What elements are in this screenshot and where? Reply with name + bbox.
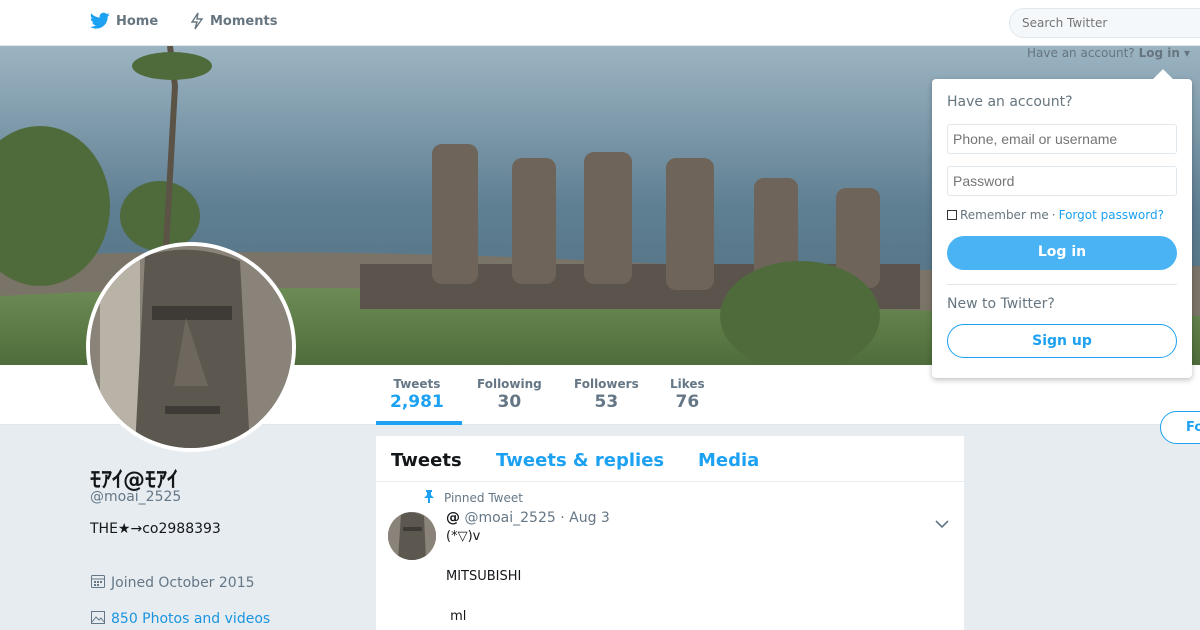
nav-home-label: Home xyxy=(116,13,159,29)
nav-moments[interactable]: Moments xyxy=(190,12,277,30)
tab-tweets-replies[interactable]: Tweets & replies xyxy=(496,450,664,471)
tab-tweets[interactable]: Tweets xyxy=(391,450,462,471)
nav-moments-label: Moments xyxy=(210,13,278,29)
caret-down-icon: ▾ xyxy=(1183,46,1190,60)
profile-handle: @moai_2525 xyxy=(90,489,182,505)
pin-icon xyxy=(424,490,434,506)
tweet-avatar[interactable] xyxy=(388,512,436,560)
stat-label: Followers xyxy=(574,377,639,391)
password-field[interactable] xyxy=(947,166,1177,196)
image-icon xyxy=(90,609,106,629)
lightning-icon xyxy=(190,12,204,30)
stat-likes[interactable]: Likes 76 xyxy=(670,377,705,412)
stat-label: Following xyxy=(477,377,542,391)
tweet-separator: · xyxy=(560,510,565,526)
twitter-bird-icon xyxy=(90,12,110,30)
timeline: Tweets Tweets & replies Media Pinned Twe… xyxy=(376,436,964,630)
tweet-author-name[interactable]: @ xyxy=(446,510,460,526)
stat-tweets[interactable]: Tweets 2,981 xyxy=(390,377,444,412)
nav-home[interactable]: Home xyxy=(90,12,158,30)
username-field[interactable] xyxy=(947,124,1177,154)
separator-dot: · xyxy=(1051,208,1056,222)
tweet-options-chevron-icon[interactable] xyxy=(935,514,949,533)
stat-value: 30 xyxy=(497,392,522,412)
stat-following[interactable]: Following 30 xyxy=(477,377,542,412)
tweet-header: @ @moai_2525 · Aug 3 xyxy=(446,510,610,526)
active-tab-indicator xyxy=(376,421,462,425)
tweet-text-line: ml xyxy=(446,609,467,624)
new-to-twitter-label: New to Twitter? xyxy=(947,296,1055,312)
calendar-icon xyxy=(90,573,106,593)
forgot-password-link[interactable]: Forgot password? xyxy=(1059,208,1164,222)
photos-link[interactable]: 850 Photos and videos xyxy=(90,609,270,629)
photos-label[interactable]: 850 Photos and videos xyxy=(111,611,270,627)
timeline-tabs: Tweets Tweets & replies Media xyxy=(376,436,964,482)
stat-label: Tweets xyxy=(393,377,441,391)
pinned-label: Pinned Tweet xyxy=(444,491,523,505)
tab-media[interactable]: Media xyxy=(698,450,759,471)
stat-value: 2,981 xyxy=(390,392,444,412)
joined-date: Joined October 2015 xyxy=(90,573,255,593)
divider xyxy=(947,284,1177,285)
search-input[interactable] xyxy=(1009,8,1200,38)
remember-label[interactable]: Remember me xyxy=(960,208,1049,222)
top-navigation: Home Moments xyxy=(0,0,1200,46)
have-account-text: Have an account? xyxy=(1027,46,1135,60)
stat-label: Likes xyxy=(670,377,705,391)
tweet-author-handle[interactable]: @moai_2525 xyxy=(464,510,555,526)
remember-checkbox[interactable] xyxy=(947,210,957,220)
stat-followers[interactable]: Followers 53 xyxy=(574,377,639,412)
login-button[interactable]: Log in xyxy=(947,236,1177,270)
tweet-date[interactable]: Aug 3 xyxy=(569,510,610,526)
pinned-indicator: Pinned Tweet xyxy=(424,490,523,506)
profile-bio: THE★→co2988393 xyxy=(90,521,221,537)
login-toggle[interactable]: Have an account? Log in ▾ xyxy=(1027,46,1190,60)
tweet-text-line: (*▽)v xyxy=(446,529,481,544)
joined-label: Joined October 2015 xyxy=(111,575,255,591)
signup-button[interactable]: Sign up xyxy=(947,324,1177,358)
stat-value: 76 xyxy=(675,392,700,412)
follow-button[interactable]: Follow xyxy=(1160,411,1200,444)
login-dropdown: Have an account? Remember me · Forgot pa… xyxy=(932,69,1192,378)
remember-row: Remember me · Forgot password? xyxy=(947,208,1164,222)
avatar[interactable] xyxy=(86,242,296,452)
tweet-text-line: MITSUBISHI xyxy=(446,569,522,584)
stat-value: 53 xyxy=(594,392,619,412)
login-title: Have an account? xyxy=(947,94,1073,110)
login-link[interactable]: Log in xyxy=(1139,46,1180,60)
